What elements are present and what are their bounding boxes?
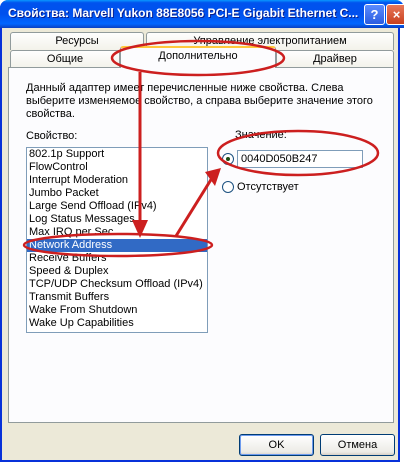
value-label: Значение: <box>235 129 287 141</box>
list-item[interactable]: Interrupt Moderation <box>27 174 207 187</box>
help-button[interactable]: ? <box>364 4 385 25</box>
absent-radio[interactable] <box>222 181 234 193</box>
list-item[interactable]: Speed & Duplex <box>27 265 207 278</box>
window-title: Свойства: Marvell Yukon 88E8056 PCI-E Gi… <box>8 6 359 20</box>
tab-general[interactable]: Общие <box>10 50 120 68</box>
list-item[interactable]: FlowControl <box>27 161 207 174</box>
tab-advanced[interactable]: Дополнительно <box>120 46 276 68</box>
property-list[interactable]: 802.1p Support FlowControl Interrupt Mod… <box>26 147 208 333</box>
title-bar[interactable]: Свойства: Marvell Yukon 88E8056 PCI-E Gi… <box>0 0 404 28</box>
list-item[interactable]: Max IRQ per Sec <box>27 226 207 239</box>
list-item[interactable]: Wake From Shutdown <box>27 304 207 317</box>
list-item[interactable]: Log Status Messages <box>27 213 207 226</box>
list-item[interactable]: Receive Buffers <box>27 252 207 265</box>
value-radio[interactable] <box>222 153 234 165</box>
description-text: Данный адаптер имеет перечисленные ниже … <box>26 82 373 120</box>
close-button[interactable]: × <box>386 4 404 25</box>
tab-driver[interactable]: Драйвер <box>276 50 394 68</box>
ok-button[interactable]: OK <box>239 434 314 456</box>
list-item-selected[interactable]: Network Address <box>27 239 207 252</box>
list-item[interactable]: Transmit Buffers <box>27 291 207 304</box>
list-item[interactable]: Jumbo Packet <box>27 187 207 200</box>
list-item[interactable]: Large Send Offload (IPv4) <box>27 200 207 213</box>
list-item[interactable]: Wake Up Capabilities <box>27 317 207 330</box>
cancel-button[interactable]: Отмена <box>320 434 395 456</box>
property-label: Свойство: <box>26 130 78 142</box>
list-item[interactable]: TCP/UDP Checksum Offload (IPv4) <box>27 278 207 291</box>
absent-label[interactable]: Отсутствует <box>237 181 299 193</box>
list-item[interactable]: 802.1p Support <box>27 148 207 161</box>
value-input[interactable]: 0040D050B247 <box>237 150 363 168</box>
